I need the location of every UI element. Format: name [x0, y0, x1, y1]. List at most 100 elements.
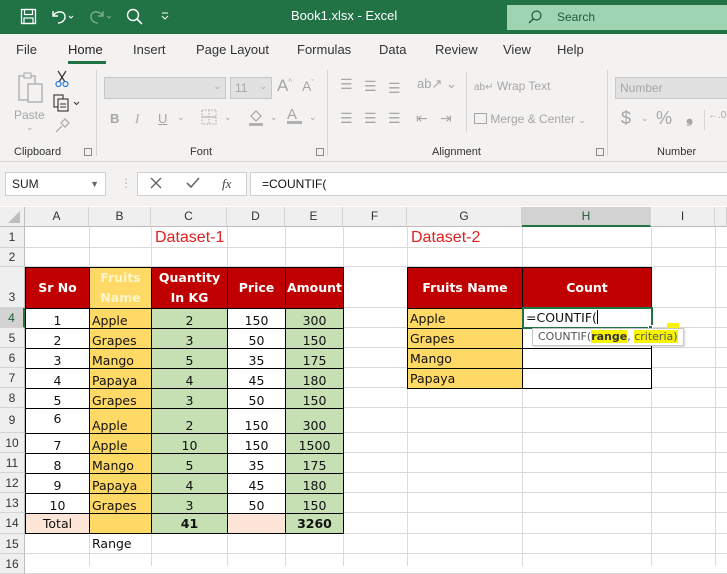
- middle-align-icon[interactable]: ☰: [364, 78, 377, 95]
- cell-amount[interactable]: 175: [285, 348, 344, 369]
- cell-price[interactable]: 35: [227, 348, 286, 369]
- active-cell-editor[interactable]: =COUNTIF(: [526, 310, 597, 325]
- cell-amount[interactable]: 150: [285, 493, 344, 514]
- cell-quantity[interactable]: 10: [151, 433, 228, 454]
- fill-color-dropdown-icon[interactable]: ⌄: [270, 112, 278, 123]
- save-icon[interactable]: [20, 8, 37, 25]
- decrease-font-icon[interactable]: Aˇ: [302, 78, 314, 94]
- cell-amount[interactable]: 180: [285, 368, 344, 389]
- tab-data[interactable]: Data: [379, 42, 406, 57]
- tooltip-arg-range[interactable]: range: [591, 330, 628, 343]
- dataset2-fruit[interactable]: Grapes: [407, 328, 523, 349]
- alignment-launcher-icon[interactable]: [596, 148, 604, 156]
- dataset2-count-cell[interactable]: [522, 348, 652, 369]
- top-align-icon[interactable]: ☰: [340, 76, 353, 93]
- bottom-align-icon[interactable]: ☰: [388, 80, 401, 97]
- column-header-h[interactable]: H: [522, 207, 651, 227]
- currency-button[interactable]: $: [621, 108, 631, 129]
- header-fruits-name-2[interactable]: Fruits Name: [407, 267, 523, 309]
- increase-font-icon[interactable]: A^: [277, 76, 292, 96]
- cell-quantity[interactable]: 3: [151, 493, 228, 514]
- column-header-d[interactable]: D: [227, 207, 285, 227]
- tab-help[interactable]: Help: [557, 42, 584, 57]
- align-left-icon[interactable]: ☰: [340, 110, 353, 127]
- cell-price[interactable]: 50: [227, 493, 286, 514]
- cell-price[interactable]: 35: [227, 453, 286, 474]
- cell-quantity[interactable]: 2: [151, 308, 228, 329]
- cell-sr-no[interactable]: 3: [25, 348, 90, 369]
- comma-button[interactable]: ❟: [686, 106, 693, 127]
- column-header-a[interactable]: A: [25, 207, 89, 227]
- column-header-e[interactable]: E: [285, 207, 343, 227]
- column-header-j[interactable]: [715, 207, 727, 227]
- cell-price[interactable]: 45: [227, 368, 286, 389]
- column-header-b[interactable]: B: [89, 207, 151, 227]
- font-color-dropdown-icon[interactable]: ⌄: [309, 112, 317, 123]
- align-center-icon[interactable]: ☰: [364, 110, 377, 127]
- dataset2-fruit[interactable]: Papaya: [407, 368, 523, 389]
- cell-quantity[interactable]: 3: [151, 328, 228, 349]
- cell-quantity[interactable]: 2: [151, 408, 228, 434]
- dataset2-title[interactable]: Dataset-2: [411, 229, 480, 247]
- dataset2-fruit[interactable]: Mango: [407, 348, 523, 369]
- cell-sr-no[interactable]: 5: [25, 388, 90, 409]
- tooltip-arg-criteria[interactable]: criteria: [634, 330, 674, 343]
- header-sr-no[interactable]: Sr No: [25, 267, 90, 309]
- row-header-12[interactable]: 12: [0, 473, 25, 493]
- cell-price[interactable]: 45: [227, 473, 286, 494]
- cell-sr-no[interactable]: 4: [25, 368, 90, 389]
- orientation-icon[interactable]: ab↗ ⌄: [417, 76, 457, 92]
- cell-fruit[interactable]: Papaya: [89, 473, 152, 494]
- increase-decimal-icon[interactable]: ←.0: [708, 110, 726, 121]
- tab-formulas[interactable]: Formulas: [297, 42, 351, 57]
- tab-home[interactable]: Home: [68, 42, 103, 57]
- percent-button[interactable]: %: [656, 108, 672, 129]
- formula-input[interactable]: =COUNTIF(: [250, 172, 727, 196]
- range-note[interactable]: Range: [92, 536, 132, 551]
- dataset2-fruit[interactable]: Apple: [407, 308, 523, 329]
- cell-sr-no[interactable]: 6: [25, 408, 90, 434]
- cell-price[interactable]: 150: [227, 408, 286, 434]
- enter-check-icon[interactable]: [186, 176, 200, 195]
- customize-qat-icon[interactable]: [160, 11, 170, 21]
- row-header-1[interactable]: 1: [0, 227, 25, 248]
- search-box[interactable]: Search: [507, 5, 727, 30]
- header-amount[interactable]: Amount: [285, 267, 344, 309]
- align-right-icon[interactable]: ☰: [388, 110, 401, 127]
- bold-button[interactable]: B: [110, 111, 119, 126]
- decrease-indent-icon[interactable]: ⇤: [416, 110, 428, 127]
- cell-quantity[interactable]: 4: [151, 368, 228, 389]
- cell-fruit[interactable]: Apple: [89, 433, 152, 454]
- paste-button[interactable]: Paste ⌄: [14, 72, 48, 132]
- cell-price[interactable]: 50: [227, 328, 286, 349]
- select-all-button[interactable]: [0, 207, 25, 227]
- row-header-4[interactable]: 4: [0, 308, 25, 328]
- total-label[interactable]: Total: [25, 513, 90, 534]
- cell-fruit[interactable]: Grapes: [89, 328, 152, 349]
- row-header-6[interactable]: 6: [0, 348, 25, 368]
- cell-sr-no[interactable]: 9: [25, 473, 90, 494]
- row-header-9[interactable]: 9: [0, 408, 25, 433]
- font-size-dropdown[interactable]: 11 ⌄: [230, 77, 272, 99]
- format-painter-icon[interactable]: [54, 118, 70, 137]
- column-header-i[interactable]: I: [651, 207, 715, 227]
- formula-bar-grip-icon[interactable]: ⋮: [120, 176, 132, 190]
- cell-sr-no[interactable]: 10: [25, 493, 90, 514]
- cancel-icon[interactable]: [150, 176, 162, 195]
- cell-fruit[interactable]: Apple: [89, 408, 152, 434]
- tab-view[interactable]: View: [503, 42, 531, 57]
- underline-button[interactable]: U: [158, 111, 167, 126]
- header-quantity[interactable]: Quantity In KG: [151, 267, 228, 309]
- cell-quantity[interactable]: 5: [151, 348, 228, 369]
- row-header-2[interactable]: 2: [0, 248, 25, 267]
- font-color-icon[interactable]: A: [287, 106, 302, 124]
- dataset2-count-cell[interactable]: [522, 368, 652, 389]
- cell-amount[interactable]: 175: [285, 453, 344, 474]
- row-header-10[interactable]: 10: [0, 433, 25, 453]
- cell-quantity[interactable]: 4: [151, 473, 228, 494]
- column-header-c[interactable]: C: [151, 207, 227, 227]
- font-name-dropdown[interactable]: ⌄: [104, 77, 226, 99]
- cut-icon[interactable]: [55, 70, 69, 91]
- tab-page-layout[interactable]: Page Layout: [196, 42, 269, 57]
- tab-file[interactable]: File: [16, 42, 37, 57]
